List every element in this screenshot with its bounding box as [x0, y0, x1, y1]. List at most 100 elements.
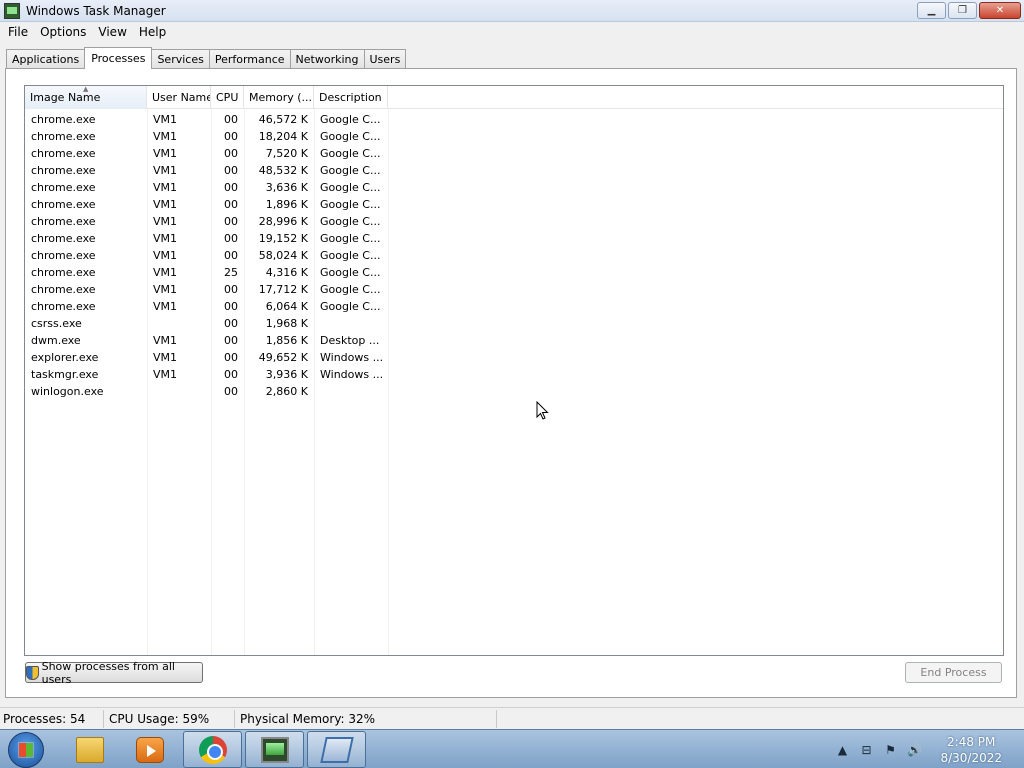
cell-memory: 6,064 K	[265, 300, 308, 313]
taskbar-media-player[interactable]	[120, 731, 179, 768]
tab-applications[interactable]: Applications	[6, 49, 86, 69]
restore-button[interactable]: ❐	[948, 2, 977, 19]
network-icon[interactable]: ⊟	[858, 742, 874, 758]
taskbar-remote-desktop[interactable]	[307, 731, 366, 768]
tab-performance[interactable]: Performance	[208, 49, 291, 69]
folder-icon	[75, 736, 104, 763]
cell-description: Google C...	[320, 232, 381, 245]
cell-memory: 48,532 K	[258, 164, 308, 177]
cell-user-name: VM1	[153, 368, 178, 381]
menu-options[interactable]: Options	[34, 25, 92, 39]
end-process-button[interactable]: End Process	[905, 662, 1002, 683]
cell-memory: 46,572 K	[258, 113, 308, 126]
cell-description: Desktop ...	[320, 334, 380, 347]
show-hidden-icons-icon[interactable]: ▲	[834, 742, 850, 758]
table-row[interactable]: chrome.exe VM1 00 18,204 K Google C...	[25, 128, 1003, 145]
table-row[interactable]: chrome.exe VM1 00 46,572 K Google C...	[25, 111, 1003, 128]
tab-services[interactable]: Services	[151, 49, 210, 69]
cell-memory: 2,860 K	[265, 385, 308, 398]
cell-memory: 1,896 K	[265, 198, 308, 211]
cell-image-name: chrome.exe	[31, 249, 96, 262]
table-row[interactable]: chrome.exe VM1 00 58,024 K Google C...	[25, 247, 1003, 264]
taskbar-task-manager[interactable]	[245, 731, 304, 768]
cell-user-name: VM1	[153, 113, 178, 126]
close-button[interactable]: ✕	[979, 2, 1021, 19]
cell-cpu: 00	[224, 164, 238, 177]
cell-cpu: 00	[224, 385, 238, 398]
task-manager-icon	[260, 736, 289, 763]
cell-user-name: VM1	[153, 232, 178, 245]
cell-memory: 3,636 K	[265, 181, 308, 194]
table-row[interactable]: taskmgr.exe VM1 00 3,936 K Windows ...	[25, 366, 1003, 383]
title-bar[interactable]: Windows Task Manager ▁ ❐ ✕	[0, 0, 1024, 22]
menu-file[interactable]: File	[2, 25, 34, 39]
table-row[interactable]: winlogon.exe 00 2,860 K	[25, 383, 1003, 400]
menu-view[interactable]: View	[92, 25, 132, 39]
cell-image-name: dwm.exe	[31, 334, 81, 347]
table-row[interactable]: chrome.exe VM1 00 17,712 K Google C...	[25, 281, 1003, 298]
cell-cpu: 25	[224, 266, 238, 279]
status-processes: Processes: 54	[0, 709, 104, 728]
cell-image-name: explorer.exe	[31, 351, 99, 364]
cell-image-name: chrome.exe	[31, 266, 96, 279]
column-description[interactable]: Description	[314, 86, 388, 109]
cell-description: Google C...	[320, 113, 381, 126]
cell-memory: 28,996 K	[258, 215, 308, 228]
cell-image-name: chrome.exe	[31, 113, 96, 126]
cell-cpu: 00	[224, 249, 238, 262]
show-all-users-label: Show processes from all users	[41, 659, 175, 686]
show-all-users-button[interactable]: Show processes from all users	[25, 659, 203, 686]
volume-icon[interactable]: 🔊	[906, 742, 922, 758]
cell-description: Google C...	[320, 198, 381, 211]
column-cpu[interactable]: CPU	[211, 86, 244, 109]
table-row[interactable]: chrome.exe VM1 00 48,532 K Google C...	[25, 162, 1003, 179]
tab-strip: Applications Processes Services Performa…	[6, 47, 407, 69]
tab-networking[interactable]: Networking	[289, 49, 365, 69]
cell-memory: 17,712 K	[258, 283, 308, 296]
cell-image-name: chrome.exe	[31, 147, 96, 160]
cell-cpu: 00	[224, 130, 238, 143]
processes-panel: ▲ Image Name User Name CPU Memory (... D…	[5, 68, 1017, 698]
cell-image-name: winlogon.exe	[31, 385, 104, 398]
mouse-cursor-icon	[536, 401, 549, 420]
minimize-button[interactable]: ▁	[917, 2, 946, 19]
window-title: Windows Task Manager	[26, 3, 166, 18]
table-row[interactable]: chrome.exe VM1 00 7,520 K Google C...	[25, 145, 1003, 162]
remote-desktop-icon	[319, 736, 354, 763]
cell-memory: 1,968 K	[265, 317, 308, 330]
table-row[interactable]: chrome.exe VM1 00 19,152 K Google C...	[25, 230, 1003, 247]
cell-cpu: 00	[224, 198, 238, 211]
table-row[interactable]: chrome.exe VM1 00 3,636 K Google C...	[25, 179, 1003, 196]
tab-processes[interactable]: Processes	[84, 47, 153, 69]
taskbar-explorer[interactable]	[60, 731, 119, 768]
table-row[interactable]: dwm.exe VM1 00 1,856 K Desktop ...	[25, 332, 1003, 349]
action-center-icon[interactable]: ⚑	[882, 742, 898, 758]
cell-description: Windows ...	[320, 351, 384, 364]
cell-cpu: 00	[224, 215, 238, 228]
chrome-icon	[198, 735, 227, 764]
clock[interactable]: 2:48 PM 8/30/2022	[940, 734, 1002, 766]
table-row[interactable]: chrome.exe VM1 00 1,896 K Google C...	[25, 196, 1003, 213]
cell-user-name: VM1	[153, 283, 178, 296]
taskbar-chrome[interactable]	[183, 731, 242, 768]
cell-description: Google C...	[320, 300, 381, 313]
cell-memory: 49,652 K	[258, 351, 308, 364]
cell-image-name: chrome.exe	[31, 164, 96, 177]
column-memory[interactable]: Memory (...	[244, 86, 314, 109]
cell-memory: 7,520 K	[265, 147, 308, 160]
menu-help[interactable]: Help	[133, 25, 172, 39]
column-user-name[interactable]: User Name	[147, 86, 211, 109]
start-button[interactable]	[8, 732, 44, 768]
column-image-name[interactable]: ▲ Image Name	[25, 86, 147, 109]
process-list[interactable]: ▲ Image Name User Name CPU Memory (... D…	[24, 85, 1004, 656]
media-player-icon	[135, 736, 164, 763]
table-row[interactable]: explorer.exe VM1 00 49,652 K Windows ...	[25, 349, 1003, 366]
cell-image-name: chrome.exe	[31, 300, 96, 313]
table-row[interactable]: chrome.exe VM1 00 6,064 K Google C...	[25, 298, 1003, 315]
table-row[interactable]: chrome.exe VM1 00 28,996 K Google C...	[25, 213, 1003, 230]
cell-cpu: 00	[224, 283, 238, 296]
tab-users[interactable]: Users	[363, 49, 407, 69]
cell-description: Google C...	[320, 181, 381, 194]
table-row[interactable]: chrome.exe VM1 25 4,316 K Google C...	[25, 264, 1003, 281]
table-row[interactable]: csrss.exe 00 1,968 K	[25, 315, 1003, 332]
